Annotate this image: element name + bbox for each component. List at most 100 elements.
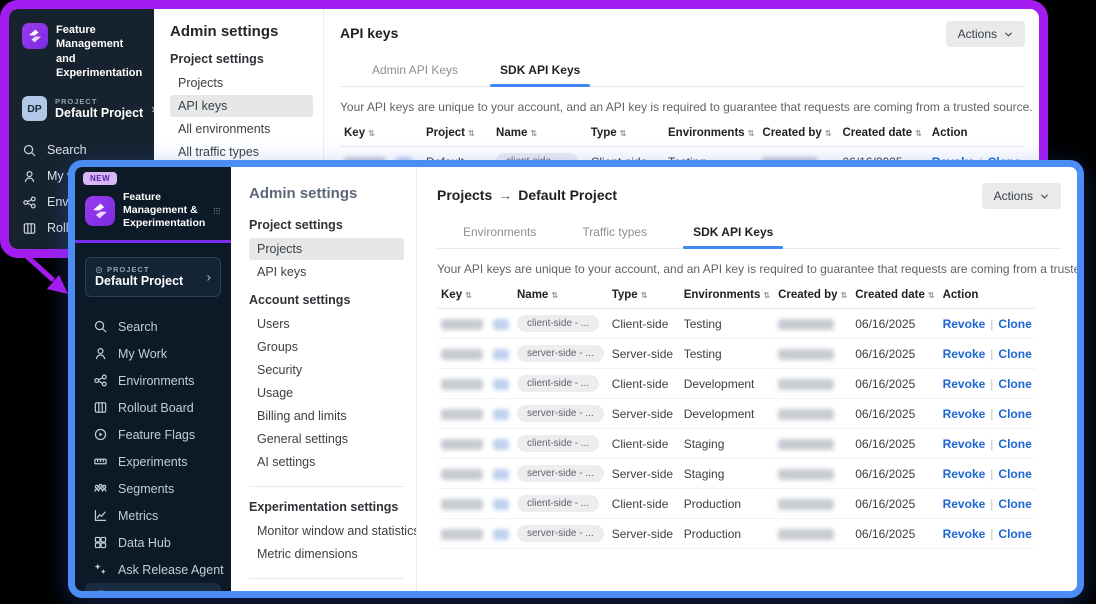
admin-item-projects[interactable]: Projects <box>249 238 404 260</box>
admin-item-general-settings[interactable]: General settings <box>249 428 404 450</box>
sort-icon[interactable]: ⇅ <box>620 129 627 138</box>
environments-icon <box>93 373 108 388</box>
clone-link[interactable]: Clone <box>998 377 1031 391</box>
sidebar-item-segments[interactable]: Segments <box>85 475 221 502</box>
sort-icon[interactable]: ⇅ <box>465 291 472 300</box>
revoke-link[interactable]: Revoke <box>943 407 986 421</box>
sort-icon[interactable]: ⇅ <box>748 129 755 138</box>
front-brand-name: Feature Management & Experimentation <box>123 191 205 230</box>
column-header-created-date[interactable]: Created date⇅ <box>851 282 938 309</box>
sidebar-item-search[interactable]: Search <box>85 313 221 340</box>
cell-action: Revoke | Clone <box>939 399 1036 429</box>
admin-item-monitor-window-and-statistics[interactable]: Monitor window and statistics <box>249 520 404 542</box>
front-tabs: Environments Traffic types SDK API Keys <box>437 219 1061 249</box>
cell-environments: Testing <box>680 309 774 339</box>
revoke-link[interactable]: Revoke <box>943 317 986 331</box>
sidebar-item-data-hub[interactable]: Data Hub <box>85 529 221 556</box>
sort-icon[interactable]: ⇅ <box>841 291 848 300</box>
tab-sdk-api-keys[interactable]: SDK API Keys <box>498 57 582 86</box>
breadcrumb-root[interactable]: Projects <box>437 187 492 203</box>
admin-item-groups[interactable]: Groups <box>249 336 404 358</box>
sort-icon[interactable]: ⇅ <box>825 129 832 138</box>
column-header-environments[interactable]: Environments⇅ <box>680 282 774 309</box>
cell-name: client-side - ... <box>513 309 608 339</box>
admin-item-ai-settings[interactable]: AI settings <box>249 451 404 473</box>
apps-grid-icon[interactable] <box>213 204 221 218</box>
column-header-created-by[interactable]: Created by⇅ <box>774 282 851 309</box>
sidebar-item-feature-flags[interactable]: Feature Flags <box>85 421 221 448</box>
revoke-link[interactable]: Revoke <box>943 467 986 481</box>
table-row: server-side - ...Server-sideTesting06/16… <box>437 339 1036 369</box>
revoke-link[interactable]: Revoke <box>943 437 986 451</box>
sidebar-item-my-work[interactable]: My Work <box>85 340 221 367</box>
admin-item-security[interactable]: Security <box>249 359 404 381</box>
segments-icon <box>93 481 108 496</box>
admin-settings-title: Admin settings <box>249 185 404 202</box>
revoke-link[interactable]: Revoke <box>943 527 986 541</box>
sidebar-item-rollout-board[interactable]: Rollout Board <box>85 394 221 421</box>
admin-item-projects[interactable]: Projects <box>170 72 313 94</box>
cell-action: Revoke|Clone <box>939 519 1036 549</box>
column-header-type[interactable]: Type⇅ <box>587 120 664 147</box>
column-header-name[interactable]: Name⇅ <box>513 282 608 309</box>
admin-item-usage[interactable]: Usage <box>249 382 404 404</box>
admin-item-api-keys[interactable]: API keys <box>249 261 404 283</box>
sort-icon[interactable]: ⇅ <box>928 291 935 300</box>
admin-item-users[interactable]: Users <box>249 313 404 335</box>
sort-icon[interactable]: ⇅ <box>915 129 922 138</box>
clone-link[interactable]: Clone <box>998 347 1031 361</box>
tab-environments[interactable]: Environments <box>461 219 538 248</box>
column-header-key[interactable]: Key⇅ <box>340 120 422 147</box>
actions-button[interactable]: Actions <box>982 183 1061 209</box>
sidebar-item-label: Data Hub <box>118 536 171 550</box>
admin-item-billing-and-limits[interactable]: Billing and limits <box>249 405 404 427</box>
sidebar-item-fme-settings[interactable]: FME Settings <box>85 583 221 591</box>
tab-traffic-types[interactable]: Traffic types <box>580 219 649 248</box>
redacted-key <box>441 319 483 330</box>
sort-icon[interactable]: ⇅ <box>551 291 558 300</box>
sidebar-item-environments[interactable]: Environments <box>85 367 221 394</box>
admin-item-metric-dimensions[interactable]: Metric dimensions <box>249 543 404 565</box>
clone-link[interactable]: Clone <box>998 527 1031 541</box>
fme-icon <box>93 589 108 591</box>
clone-link[interactable]: Clone <box>998 407 1031 421</box>
chevron-down-icon <box>1004 30 1013 39</box>
cell-key-redacted <box>437 429 513 459</box>
chevron-right-icon: › <box>207 270 211 285</box>
front-sidebar-nav: SearchMy WorkEnvironmentsRollout BoardFe… <box>85 313 221 591</box>
actions-button[interactable]: Actions <box>946 21 1025 47</box>
tab-sdk-api-keys[interactable]: SDK API Keys <box>691 219 775 248</box>
sidebar-item-metrics[interactable]: Metrics <box>85 502 221 529</box>
revoke-link[interactable]: Revoke <box>943 497 986 511</box>
column-header-key[interactable]: Key⇅ <box>437 282 513 309</box>
tab-admin-api-keys[interactable]: Admin API Keys <box>370 57 460 86</box>
column-header-environments[interactable]: Environments⇅ <box>664 120 758 147</box>
clone-link[interactable]: Clone <box>998 317 1031 331</box>
sort-icon[interactable]: ⇅ <box>468 129 475 138</box>
column-header-created-by[interactable]: Created by⇅ <box>758 120 838 147</box>
sidebar-item-ask-release-agent[interactable]: Ask Release Agent <box>85 556 221 583</box>
sort-icon[interactable]: ⇅ <box>530 129 537 138</box>
link-separator: | <box>990 317 993 331</box>
clone-link[interactable]: Clone <box>998 437 1031 451</box>
sort-icon[interactable]: ⇅ <box>763 291 770 300</box>
column-header-project[interactable]: Project⇅ <box>422 120 492 147</box>
revoke-link[interactable]: Revoke <box>943 347 986 361</box>
admin-item-api-keys[interactable]: API keys <box>170 95 313 117</box>
front-project-switcher[interactable]: PROJECT Default Project › <box>85 257 221 297</box>
admin-item-all-environments[interactable]: All environments <box>170 118 313 140</box>
back-project-switcher[interactable]: DP PROJECT Default Project › <box>22 96 154 121</box>
column-header-type[interactable]: Type⇅ <box>608 282 680 309</box>
sort-icon[interactable]: ⇅ <box>641 291 648 300</box>
clone-link[interactable]: Clone <box>998 467 1031 481</box>
redacted-copy-link <box>493 529 509 540</box>
sort-icon[interactable]: ⇅ <box>368 129 375 138</box>
clone-link[interactable]: Clone <box>998 497 1031 511</box>
cell-type: Client-side <box>608 489 680 519</box>
front-admin-panel: Admin settings Project settingsProjectsA… <box>231 167 417 591</box>
sidebar-item-experiments[interactable]: Experiments <box>85 448 221 475</box>
column-header-name[interactable]: Name⇅ <box>492 120 587 147</box>
column-header-created-date[interactable]: Created date⇅ <box>838 120 927 147</box>
revoke-link[interactable]: Revoke <box>943 377 986 391</box>
link-separator: | <box>990 407 993 421</box>
